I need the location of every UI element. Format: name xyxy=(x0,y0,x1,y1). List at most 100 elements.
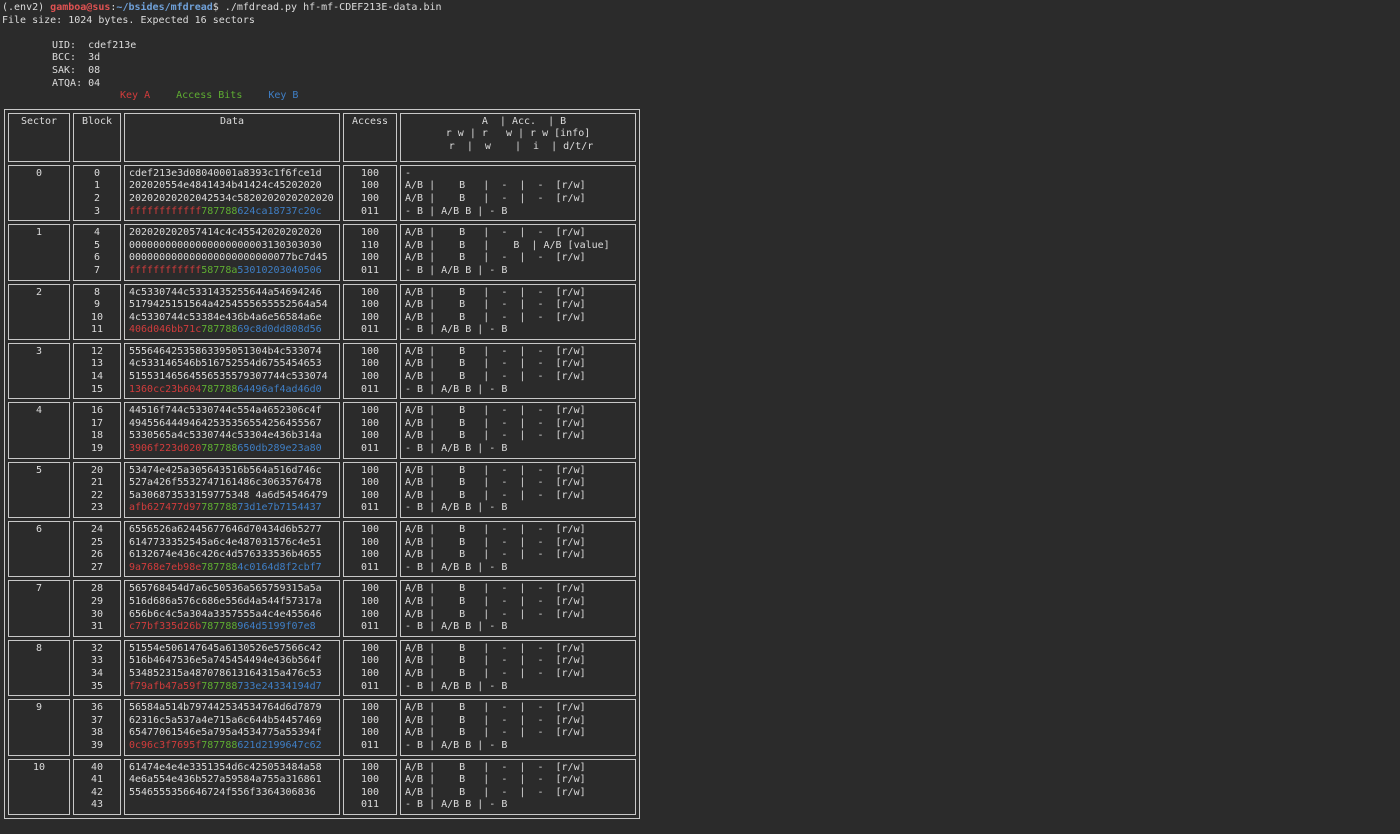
trailer-access: 011 xyxy=(360,561,380,573)
trailer-access-bits: 787788 xyxy=(201,205,238,217)
block-number: 1 xyxy=(93,180,101,192)
file-size-line: File size: 1024 bytes. Expected 16 secto… xyxy=(2,14,255,26)
trailer-key-b: 4c0164d8f2cbf7 xyxy=(237,561,322,573)
trailer-key-b: 73d1e7b7154437 xyxy=(237,502,322,514)
block-data: 61474e4e4e3351354d6c425053484a58 4e6a554e… xyxy=(124,758,340,815)
current-path: ~/bsides/mfdread xyxy=(116,2,213,13)
atqa-line: ATQA: 04 xyxy=(52,77,101,89)
trailer-key-a: f79afb47a59f xyxy=(129,680,202,692)
block-access: 100 xyxy=(360,405,380,417)
block-number: 10 xyxy=(90,311,104,323)
sector-row: 7 28 29 30 31 565768454d7a6c50536a565759315a5… xyxy=(8,580,636,637)
block-data-hex: 6556526a62445677646d70434d6b5277 xyxy=(129,524,322,535)
trailer-block-number: 11 xyxy=(90,324,104,336)
header-block: Block xyxy=(73,112,121,162)
block-data: 51554e506147645a6130526e57566c42 516b4647… xyxy=(124,639,340,697)
block-permission: A/B | B | - | - [r/w] xyxy=(405,727,586,739)
block-access: 100 xyxy=(360,667,380,679)
block-number: 29 xyxy=(90,595,104,607)
block-permission: A/B | B | - | - [r/w] xyxy=(405,655,586,667)
block-data-hex: 4c5330744c53384e436b4a6e56584a6e xyxy=(129,311,322,323)
legend-key-a: Key A xyxy=(120,90,151,102)
trailer-data-hex: 3906f223d020787788650db289e23a80 xyxy=(129,443,335,456)
sector-number: 9 xyxy=(8,699,70,756)
block-access: 100 xyxy=(360,252,380,264)
block-data-hex: 5179425151564a4254555655552564a54 xyxy=(129,299,328,311)
trailer-key-a: afb627477d97 xyxy=(129,502,202,514)
block-data-hex: 51553146564556535579307744c533074 xyxy=(129,371,328,383)
block-numbers: 12 13 14 15 xyxy=(73,342,121,400)
trailer-data-hex xyxy=(129,799,335,812)
trailer-access: 011 xyxy=(360,324,380,336)
block-data-hex: 202020554e4841434b41424c45202020 xyxy=(129,180,322,192)
sector-number: 3 xyxy=(8,342,70,400)
block-data-hex: 527a426f5532747161486c3063576478 xyxy=(129,477,322,489)
trailer-key-a: ffffffffffff xyxy=(129,205,202,217)
block-access: 100 xyxy=(360,417,380,429)
block-permission: A/B | B | - | - [r/w] xyxy=(405,299,586,311)
block-numbers: 32 33 34 35 xyxy=(73,639,121,697)
block-number: 17 xyxy=(90,417,104,429)
block-access: 100 xyxy=(360,774,380,786)
sector-row: 5 20 21 22 23 53474e425a305643516b564a516d746… xyxy=(8,461,636,518)
permissions: A/B | B | - | - [r/w] A/B | B | - | - [r/… xyxy=(400,461,636,518)
block-access: 100 xyxy=(360,524,380,535)
trailer-access-bits: 787788 xyxy=(201,383,238,395)
sector-row: 8 32 33 34 35 51554e506147645a6130526e57566c4… xyxy=(8,639,636,697)
access-bits: 100 100 100 011 xyxy=(343,402,397,459)
block-data-hex: 53474e425a305643516b564a516d746c xyxy=(129,464,322,476)
block-number: 36 xyxy=(90,702,104,714)
block-number: 20 xyxy=(90,464,104,476)
color-legend: Key A Access Bits Key B xyxy=(120,90,1400,103)
trailer-key-a: 0c96c3f7695f xyxy=(129,739,202,751)
block-permission: A/B | B | - | - [r/w] xyxy=(405,311,586,323)
legend-access-bits: Access Bits xyxy=(176,90,243,102)
trailer-permission: - B | A/B B | - B xyxy=(405,205,508,217)
trailer-permission: - B | A/B B | - B xyxy=(405,621,508,633)
block-access: 100 xyxy=(360,286,380,298)
trailer-permission: - B | A/B B | - B xyxy=(405,502,508,514)
block-data: 55564642535863395051304b4c533074 4c533146… xyxy=(124,342,340,400)
access-bits: 100 100 100 011 xyxy=(343,758,397,815)
command-text: ./mfdread.py hf-mf-CDEF213E-data.bin xyxy=(224,2,442,13)
block-data: 6556526a62445677646d70434d6b5277 61477333… xyxy=(124,521,340,578)
block-data-hex: 6132674e436c426c4d576333536b4655 xyxy=(129,549,322,561)
sector-row: 6 24 25 26 27 6556526a62445677646d70434d6b527… xyxy=(8,521,636,578)
trailer-block-number: 43 xyxy=(90,799,104,811)
access-bits: 100 100 100 011 xyxy=(343,639,397,697)
sector-number: 4 xyxy=(8,402,70,459)
sector-number: 7 xyxy=(8,580,70,637)
trailer-access: 011 xyxy=(360,739,380,751)
block-data: 56584a514b797442534534764d6d7879 62316c5a… xyxy=(124,699,340,756)
bcc-line: BCC: 3d xyxy=(52,52,101,64)
block-number: 13 xyxy=(90,358,104,370)
block-numbers: 24 25 26 27 xyxy=(73,521,121,578)
access-bits: 100 110 100 011 xyxy=(343,224,397,281)
block-access: 100 xyxy=(360,714,380,726)
trailer-key-a: 1360cc23b604 xyxy=(129,383,202,395)
trailer-key-b: 733e24334194d7 xyxy=(237,680,322,692)
block-access: 100 xyxy=(360,786,380,798)
block-data-hex: 4e6a554e436b527a59584a755a316861 xyxy=(129,774,322,786)
access-bits: 100 100 100 011 xyxy=(343,699,397,756)
block-access: 100 xyxy=(360,227,380,239)
trailer-access-bits: 58778a xyxy=(201,264,238,276)
trailer-block-number: 19 xyxy=(90,443,104,455)
trailer-data-hex: f79afb47a59f787788733e24334194d7 xyxy=(129,681,335,694)
venv-label: (.env2) xyxy=(2,2,51,13)
block-numbers: 20 21 22 23 xyxy=(73,461,121,518)
sector-row: 4 16 17 18 19 44516f744c5330744c554a4652306c4… xyxy=(8,402,636,459)
block-access: 100 xyxy=(360,655,380,667)
sector-number: 1 xyxy=(8,224,70,281)
trailer-key-a: 406d046bb71c xyxy=(129,324,202,336)
sector-number: 5 xyxy=(8,461,70,518)
trailer-access: 011 xyxy=(360,443,380,455)
block-numbers: 16 17 18 19 xyxy=(73,402,121,459)
block-number: 4 xyxy=(93,227,101,239)
access-bits: 100 100 100 011 xyxy=(343,461,397,518)
trailer-data-hex: afb627477d9778778873d1e7b7154437 xyxy=(129,502,335,515)
trailer-permission: - B | A/B B | - B xyxy=(405,680,508,692)
terminal-window[interactable]: (.env2) gamboa@sus:~/bsides/mfdread$ ./m… xyxy=(0,0,1400,834)
sector-number: 10 xyxy=(8,758,70,815)
trailer-key-b: 624ca18737c20c xyxy=(237,205,322,217)
